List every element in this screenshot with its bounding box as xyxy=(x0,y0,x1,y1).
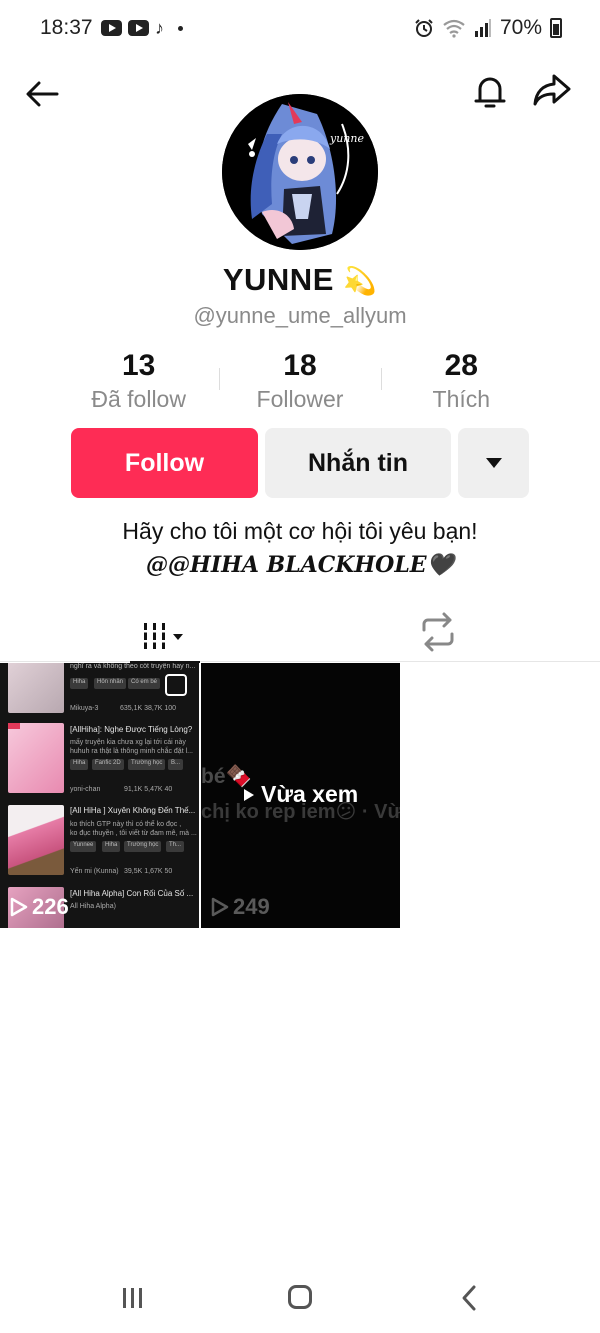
following-label: Đã follow xyxy=(91,386,186,412)
chevron-left-icon xyxy=(462,1285,476,1311)
more-notifications-dot-icon xyxy=(178,25,183,31)
youtube-icon xyxy=(128,20,149,36)
thumbnail-text: ko thích GTP này thì có thể ko đọc , xyxy=(70,821,182,828)
thumbnail-text: Mikuya-3 xyxy=(70,705,99,712)
thumbnail-tag: Hiha xyxy=(70,678,89,689)
caret-down-icon xyxy=(485,458,502,468)
thumbnail-tag: Hiha xyxy=(70,759,89,770)
thumbnail-text: [All HiHa ] Xuyên Không Đến Thế... xyxy=(70,806,196,815)
system-status: 70% xyxy=(414,16,562,40)
thumbnail-text: ko đục thuyền , tôi viết từ đam mê, mà .… xyxy=(70,830,197,837)
thumbnail-tag: Yunnee xyxy=(70,841,97,852)
thumbnail-text: 91,1K 5,47K 40 xyxy=(124,786,173,793)
thumbnail-text: mấy truyện kia chưa xg lại tới cái này xyxy=(70,739,186,746)
display-name: YUNNE xyxy=(222,262,334,297)
home-button[interactable] xyxy=(288,1285,312,1309)
following-count: 13 xyxy=(121,349,156,382)
view-count-value: 226 xyxy=(32,894,69,919)
thumbnail-tag: Th... xyxy=(166,841,185,852)
thumbnail-text: 635,1K 38,7K 100 xyxy=(120,705,177,712)
likes-stat[interactable]: 28 Thích xyxy=(380,348,542,414)
view-count: 226 xyxy=(10,894,69,920)
thumbnail-tag: Có em bé xyxy=(128,678,161,689)
thumbnail-cover-art xyxy=(8,805,64,875)
youtube-icon xyxy=(101,20,122,36)
thumbnail-tag: Trường học xyxy=(128,759,166,770)
thumbnail-text: 39,5K 1,67K 50 xyxy=(124,868,173,875)
followers-stat[interactable]: 18 Follower xyxy=(219,348,380,414)
up-badge xyxy=(8,723,20,729)
play-icon xyxy=(244,788,254,801)
tab-reposts[interactable] xyxy=(416,610,460,654)
status-bar: 18:37 ♪ 70% xyxy=(0,0,600,60)
likes-count: 28 xyxy=(444,349,478,382)
bell-icon xyxy=(474,77,506,108)
follow-button[interactable]: Follow xyxy=(71,428,258,498)
thumbnail-tag: Hiha xyxy=(102,841,121,852)
following-stat[interactable]: 13 Đã follow xyxy=(58,348,219,414)
back-button[interactable] xyxy=(22,74,62,114)
profile-actions: Follow Nhắn tin xyxy=(71,428,529,498)
recently-watched-text: Vừa xem xyxy=(261,781,359,807)
video-tile[interactable]: nghĩ ra và không theo cốt truyện hay n..… xyxy=(0,663,199,928)
notification-bell-button[interactable] xyxy=(470,72,510,112)
profile-stats: 13 Đã follow 18 Follower 28 Thích xyxy=(58,348,542,414)
alarm-icon xyxy=(415,19,433,37)
multi-photo-icon xyxy=(165,674,187,696)
likes-label: Thích xyxy=(432,386,491,412)
recents-icon xyxy=(123,1288,142,1308)
play-outline-icon xyxy=(211,897,229,917)
signal-icon xyxy=(474,19,491,37)
thumbnail-text: [AllHiha]: Nghe Được Tiếng Lòng? xyxy=(70,725,193,734)
thumbnail-text: [All Hiha Alpha] Con Rối Của Số ... xyxy=(70,889,194,898)
thumbnail-tag: B... xyxy=(168,759,184,770)
thumbnail-text: nghĩ ra và không theo cốt truyện hay n..… xyxy=(70,663,196,670)
grid-bars-icon xyxy=(142,623,183,649)
thumbnail-text: Yến mi (Kunna) xyxy=(70,868,119,875)
thumbnail-cover-art xyxy=(8,663,64,713)
display-name-row: YUNNE 💫 xyxy=(0,262,600,298)
username-handle: @yunne_ume_allyum xyxy=(193,303,407,328)
view-count: 249 xyxy=(211,894,270,920)
bio-line-2[interactable]: @@HIHA BLACKHOLE🖤 xyxy=(0,552,600,578)
thumbnail-text: All Hiha Alpha) xyxy=(70,903,116,910)
more-options-button[interactable] xyxy=(458,428,529,498)
recent-apps-button[interactable] xyxy=(120,1286,146,1315)
thumbnail-text: huhuh ra thật là thông minh chắc đặt l..… xyxy=(70,748,193,755)
wifi-icon xyxy=(443,19,465,38)
system-back-button[interactable] xyxy=(460,1284,478,1317)
thumbnail-text: yoni-chan xyxy=(70,786,101,793)
view-count-value: 249 xyxy=(233,894,270,919)
arrow-left-icon xyxy=(26,81,59,107)
share-arrow-icon xyxy=(533,74,571,106)
recently-watched-label: Vừa xem xyxy=(243,781,358,808)
tiktok-icon: ♪ xyxy=(155,18,164,38)
video-grid: nghĩ ra và không theo cốt truyện hay n..… xyxy=(0,663,600,928)
followers-label: Follower xyxy=(256,386,344,412)
message-button[interactable]: Nhắn tin xyxy=(265,428,451,498)
video-tile[interactable]: bé🍫 chị ko rep iem😕 · Vừ Vừa xem 249 xyxy=(201,663,400,928)
bio-line-1: Hãy cho tôi một cơ hội tôi yêu bạn! xyxy=(122,518,478,544)
avatar-signature: yunne xyxy=(329,132,364,145)
sparkle-emoji-icon: 💫 xyxy=(343,266,378,296)
thumbnail-cover-art xyxy=(8,723,64,793)
followers-count: 18 xyxy=(283,349,317,382)
play-outline-icon xyxy=(10,897,28,917)
avatar-artwork: yunne xyxy=(222,94,378,250)
status-time: 18:37 xyxy=(40,16,93,39)
thumbnail-tag: Trường học xyxy=(124,841,162,852)
avatar[interactable]: yunne xyxy=(222,94,378,250)
battery-percent: 70% xyxy=(499,16,542,39)
system-navigation-bar xyxy=(0,1270,600,1330)
thumbnail-tag: Fanfic 2D xyxy=(92,759,124,770)
share-button[interactable] xyxy=(532,72,576,112)
tab-videos[interactable] xyxy=(130,610,200,663)
thumbnail-tag: Hôn nhân xyxy=(94,678,127,689)
battery-icon xyxy=(550,18,562,38)
repost-arrows-icon xyxy=(422,612,454,652)
notification-icons: ♪ xyxy=(101,18,183,38)
content-tabs xyxy=(0,600,600,663)
